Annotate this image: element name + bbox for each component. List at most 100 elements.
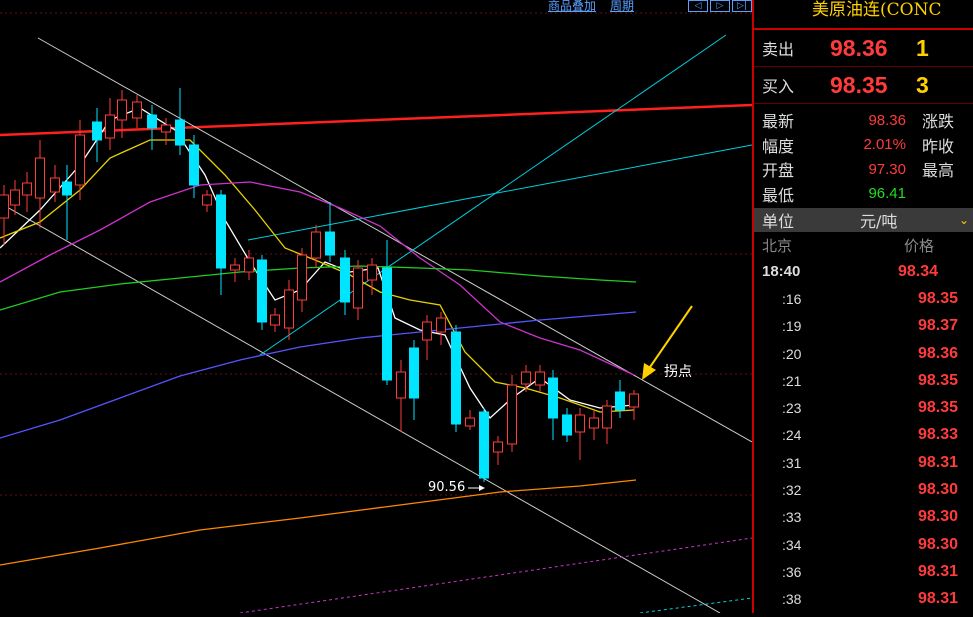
moving-averages bbox=[0, 107, 637, 566]
unit-selector[interactable]: 单位 元/吨 ⌄ bbox=[754, 208, 973, 232]
candle-body bbox=[340, 257, 350, 303]
candle-body bbox=[602, 405, 612, 429]
tick-list[interactable]: 18:40 98.34:16 98.35:19 98.37 :20 98.36 :21 98.… bbox=[754, 258, 973, 613]
tick-row: :23 98.35 bbox=[754, 394, 973, 421]
candle-body bbox=[409, 347, 419, 399]
ticks-header: 北京 价格 bbox=[754, 232, 973, 258]
tick-row: :38 98.31 bbox=[754, 586, 973, 613]
low-price-label: 90.56 bbox=[428, 480, 466, 495]
candle-body bbox=[147, 114, 157, 129]
stats-row: 最新 98.36 涨跌 bbox=[754, 108, 973, 133]
tick-time: :33 bbox=[782, 509, 802, 526]
stat-label-2: 涨跌 bbox=[922, 112, 955, 132]
candle-body bbox=[396, 371, 406, 399]
candle-body bbox=[297, 254, 307, 301]
tick-price: 98.31 bbox=[918, 562, 959, 580]
tick-price: 98.30 bbox=[918, 508, 959, 526]
unit-value: 元/吨 bbox=[860, 212, 898, 231]
tick-time: :23 bbox=[782, 400, 802, 417]
stat-label: 开盘 bbox=[762, 161, 795, 181]
buy-volume: 3 bbox=[916, 71, 929, 98]
quote-panel: 美原油连(CONC 卖出 98.36 1 买入 98.35 3 最新 98.36… bbox=[752, 0, 973, 613]
period-link[interactable]: 周期 bbox=[610, 0, 634, 14]
candle-body bbox=[507, 384, 517, 445]
candle-body bbox=[132, 101, 142, 119]
candle-body bbox=[465, 417, 475, 427]
tick-price: 98.33 bbox=[918, 426, 959, 444]
tick-row: :20 98.36 bbox=[754, 340, 973, 367]
tick-time: :32 bbox=[782, 482, 802, 499]
stat-label-2: 昨收 bbox=[922, 136, 955, 156]
overlay-link[interactable]: 商品叠加 bbox=[548, 0, 596, 14]
candle-body bbox=[325, 231, 335, 256]
candle-body bbox=[493, 441, 503, 453]
buy-price: 98.35 bbox=[830, 71, 888, 98]
stats-row: 幅度 2.01% 昨收 bbox=[754, 133, 973, 158]
candle-body bbox=[575, 414, 585, 433]
sell-price: 98.36 bbox=[830, 34, 888, 61]
candle-body bbox=[202, 194, 212, 206]
stat-value: 96.41 bbox=[868, 185, 906, 203]
candle-body bbox=[479, 411, 489, 479]
tick-row: :24 98.33 bbox=[754, 422, 973, 449]
stat-value: 97.30 bbox=[868, 160, 906, 178]
buy-label: 买入 bbox=[762, 77, 795, 96]
candle-body bbox=[284, 289, 294, 329]
candle-body bbox=[422, 321, 432, 341]
chart-toolbar: 商品叠加 周期 bbox=[548, 0, 634, 14]
candle-body bbox=[615, 391, 625, 411]
tick-price: 98.36 bbox=[918, 344, 959, 362]
candle-body bbox=[562, 414, 572, 436]
col-price-header: 价格 bbox=[904, 236, 935, 255]
tick-price: 98.35 bbox=[918, 371, 959, 389]
tick-price: 98.31 bbox=[918, 590, 959, 608]
candle-body bbox=[521, 371, 531, 385]
tick-time: :19 bbox=[782, 318, 802, 335]
tick-row: :34 98.30 bbox=[754, 531, 973, 558]
tick-row: 18:40 98.34 bbox=[754, 258, 973, 285]
stat-value: 2.01% bbox=[863, 136, 906, 154]
tick-time: :20 bbox=[782, 345, 802, 362]
kline-canvas bbox=[0, 12, 753, 614]
candle-body bbox=[92, 121, 102, 141]
kline-chart[interactable]: 商品叠加 周期 ◁ ▷ ▷| 90.56 拐点 bbox=[0, 0, 753, 614]
tick-price: 98.30 bbox=[918, 535, 959, 553]
candle-body bbox=[353, 267, 363, 309]
sell-volume: 1 bbox=[916, 34, 929, 61]
candle-body bbox=[62, 181, 72, 196]
stat-label-2: 最高 bbox=[922, 161, 955, 181]
candle-body bbox=[629, 393, 639, 408]
stat-label: 最低 bbox=[762, 185, 795, 205]
scroll-end-button[interactable]: ▷| bbox=[732, 0, 752, 12]
candle-body bbox=[75, 134, 85, 186]
stat-label: 最新 bbox=[762, 112, 795, 132]
candle-body bbox=[535, 371, 545, 386]
candle-body bbox=[175, 119, 185, 146]
buy-row: 买入 98.35 3 bbox=[754, 67, 973, 104]
candles bbox=[0, 88, 639, 482]
unit-label: 单位 bbox=[762, 212, 795, 231]
candle-body bbox=[117, 99, 127, 121]
scroll-right-button[interactable]: ▷ bbox=[710, 0, 730, 12]
chevron-down-icon[interactable]: ⌄ bbox=[959, 213, 973, 227]
tick-row: :19 98.37 bbox=[754, 313, 973, 340]
candle-body bbox=[244, 257, 254, 273]
candle-body bbox=[105, 114, 115, 139]
stat-label: 幅度 bbox=[762, 136, 795, 156]
candle-body bbox=[367, 264, 377, 281]
low-marker bbox=[468, 485, 485, 491]
candle-body bbox=[0, 194, 9, 219]
tick-time: :21 bbox=[782, 372, 802, 389]
tick-row: :16 98.35 bbox=[754, 285, 973, 312]
nav-buttons: ◁ ▷ ▷| bbox=[688, 0, 752, 12]
scroll-left-button[interactable]: ◁ bbox=[688, 0, 708, 12]
candle-body bbox=[451, 331, 461, 425]
sell-row: 卖出 98.36 1 bbox=[754, 30, 973, 67]
candle-body bbox=[189, 144, 199, 186]
tick-row: :21 98.35 bbox=[754, 367, 973, 394]
ma60-line bbox=[0, 265, 637, 311]
stats-row: 开盘 97.30 最高 bbox=[754, 157, 973, 182]
tick-time: :36 bbox=[782, 563, 802, 580]
tick-price: 98.30 bbox=[918, 481, 959, 499]
stat-value: 98.36 bbox=[868, 111, 906, 129]
